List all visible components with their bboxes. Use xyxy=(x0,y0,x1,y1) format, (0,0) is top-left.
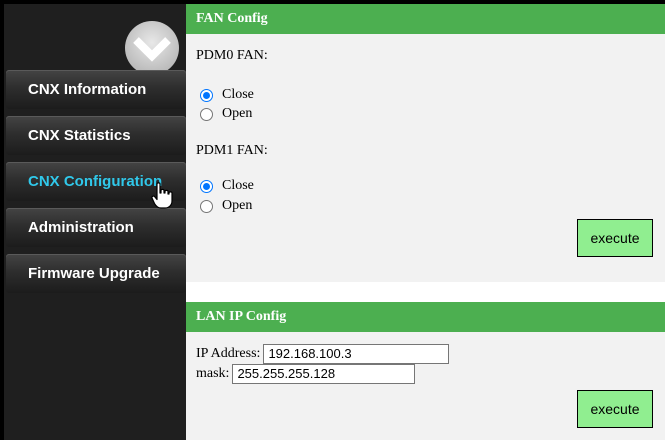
main-content: FAN Config PDM0 FAN: Close Open PDM1 FAN… xyxy=(186,4,665,440)
pdm1-fan-label: PDM1 FAN: xyxy=(196,143,268,158)
pdm0-open-label: Open xyxy=(222,106,253,121)
pdm1-close-radio[interactable] xyxy=(200,179,213,193)
pdm1-open-radio[interactable] xyxy=(200,199,213,213)
sidebar: CNX Information CNX Statistics CNX Confi… xyxy=(4,4,186,440)
mask-input[interactable]: 255.255.255.128 xyxy=(232,364,416,384)
pdm0-close-label: Close xyxy=(222,87,254,102)
pdm0-close-radio[interactable] xyxy=(200,88,213,102)
pdm0-close-option[interactable]: Close xyxy=(200,86,254,104)
pdm0-open-option[interactable]: Open xyxy=(200,105,252,123)
sidebar-item-firmware-upgrade[interactable]: Firmware Upgrade xyxy=(6,254,186,293)
lan-ip-config-panel: LAN IP Config IP Address: 192.168.100.3 … xyxy=(186,302,665,440)
fan-execute-button[interactable]: execute xyxy=(577,219,653,257)
logo-chevron-icon xyxy=(122,18,182,75)
ip-address-input[interactable]: 192.168.100.3 xyxy=(263,344,450,364)
fan-config-title: FAN Config xyxy=(186,4,665,34)
pdm1-close-option[interactable]: Close xyxy=(200,177,254,195)
lan-execute-button[interactable]: execute xyxy=(577,390,653,428)
sidebar-item-cnx-information[interactable]: CNX Information xyxy=(6,70,186,109)
sidebar-item-cnx-statistics[interactable]: CNX Statistics xyxy=(6,116,186,155)
pdm0-fan-label: PDM0 FAN: xyxy=(196,48,268,63)
pdm0-open-radio[interactable] xyxy=(200,107,213,121)
pdm1-open-label: Open xyxy=(222,198,253,213)
ip-address-row: IP Address: 192.168.100.3 xyxy=(196,344,450,364)
mask-label: mask: xyxy=(196,366,230,381)
hand-pointer-cursor-icon xyxy=(151,182,173,210)
fan-config-panel: FAN Config PDM0 FAN: Close Open PDM1 FAN… xyxy=(186,4,665,282)
ip-address-label: IP Address: xyxy=(196,346,261,361)
lan-ip-config-title: LAN IP Config xyxy=(186,302,665,332)
sidebar-item-administration[interactable]: Administration xyxy=(6,208,186,247)
pdm1-close-label: Close xyxy=(222,178,254,193)
mask-row: mask: 255.255.255.128 xyxy=(196,364,416,384)
pdm1-open-option[interactable]: Open xyxy=(200,197,252,215)
